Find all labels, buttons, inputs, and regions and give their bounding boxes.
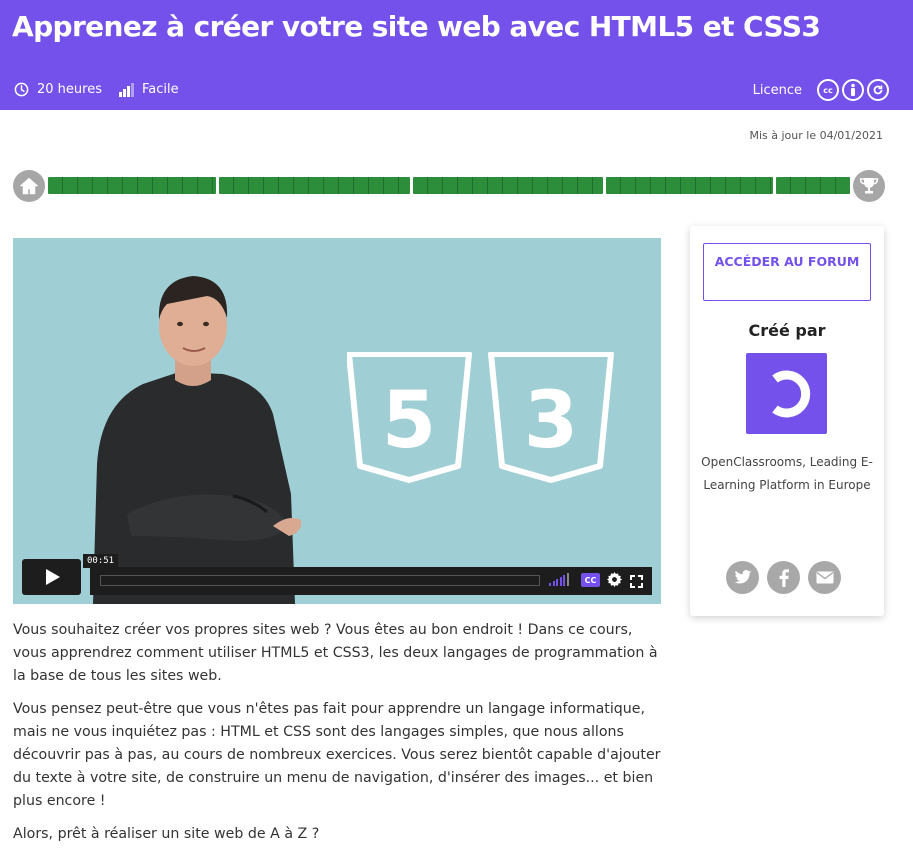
created-by-heading: Créé par <box>748 321 826 340</box>
progress-segment[interactable] <box>776 177 850 194</box>
css3-number: 3 <box>524 376 578 466</box>
page-title: Apprenez à créer votre site web avec HTM… <box>12 10 821 43</box>
description-paragraph: Vous souhaitez créer vos propres sites w… <box>13 622 658 684</box>
last-updated: Mis à jour le 04/01/2021 <box>749 129 883 142</box>
html5-css3-logos: 5 3 <box>347 352 614 483</box>
description-paragraph: Vous pensez peut-être que vous n'êtes pa… <box>13 701 661 809</box>
licence-info: Licence cc <box>753 79 889 101</box>
cc-licence-icon[interactable]: cc <box>817 79 839 101</box>
home-icon[interactable] <box>13 170 45 202</box>
forum-button[interactable]: ACCÉDER AU FORUM <box>703 243 871 301</box>
facebook-icon[interactable] <box>767 561 800 594</box>
fullscreen-icon[interactable] <box>630 573 643 592</box>
email-icon[interactable] <box>808 561 841 594</box>
course-duration: 20 heures <box>14 82 102 97</box>
share-buttons <box>726 561 849 594</box>
sa-licence-icon[interactable] <box>867 79 889 101</box>
description-paragraph: Alors, prêt à réaliser un site web de A … <box>13 826 320 842</box>
course-level: Facile <box>119 82 179 97</box>
course-header: Apprenez à créer votre site web avec HTM… <box>0 0 913 110</box>
openclassrooms-logo[interactable] <box>746 353 827 434</box>
play-button[interactable] <box>22 559 81 595</box>
licence-label: Licence <box>752 82 802 98</box>
instructor-image <box>93 276 302 604</box>
progress-segment[interactable] <box>413 177 603 194</box>
duration-text: 20 heures <box>37 82 102 97</box>
play-icon <box>45 569 60 585</box>
course-progress-bar <box>13 170 885 202</box>
video-scrubber[interactable] <box>100 575 540 586</box>
clock-icon <box>14 82 29 97</box>
level-text: Facile <box>142 82 179 97</box>
course-video[interactable]: 5 3 00:51 CC <box>13 238 661 604</box>
difficulty-bars-icon <box>119 82 134 97</box>
progress-segments <box>48 177 850 194</box>
trophy-icon[interactable] <box>853 170 885 202</box>
by-licence-icon[interactable] <box>842 79 864 101</box>
progress-segment[interactable] <box>606 177 773 194</box>
volume-icon[interactable] <box>549 573 570 586</box>
course-sidebar-card: ACCÉDER AU FORUM Créé par OpenClassrooms… <box>690 226 884 616</box>
gear-icon[interactable] <box>607 572 622 591</box>
twitter-icon[interactable] <box>726 561 759 594</box>
progress-segment[interactable] <box>48 177 216 194</box>
author-name[interactable]: OpenClassrooms, Leading E-Learning Platf… <box>700 451 874 497</box>
course-description: Vous souhaitez créer vos propres sites w… <box>13 619 663 855</box>
video-time: 00:51 <box>83 554 119 568</box>
video-control-bar: CC <box>90 567 652 595</box>
video-controls: 00:51 CC <box>22 554 652 595</box>
captions-button[interactable]: CC <box>581 573 600 587</box>
progress-segment[interactable] <box>219 177 410 194</box>
html5-number: 5 <box>382 376 436 466</box>
